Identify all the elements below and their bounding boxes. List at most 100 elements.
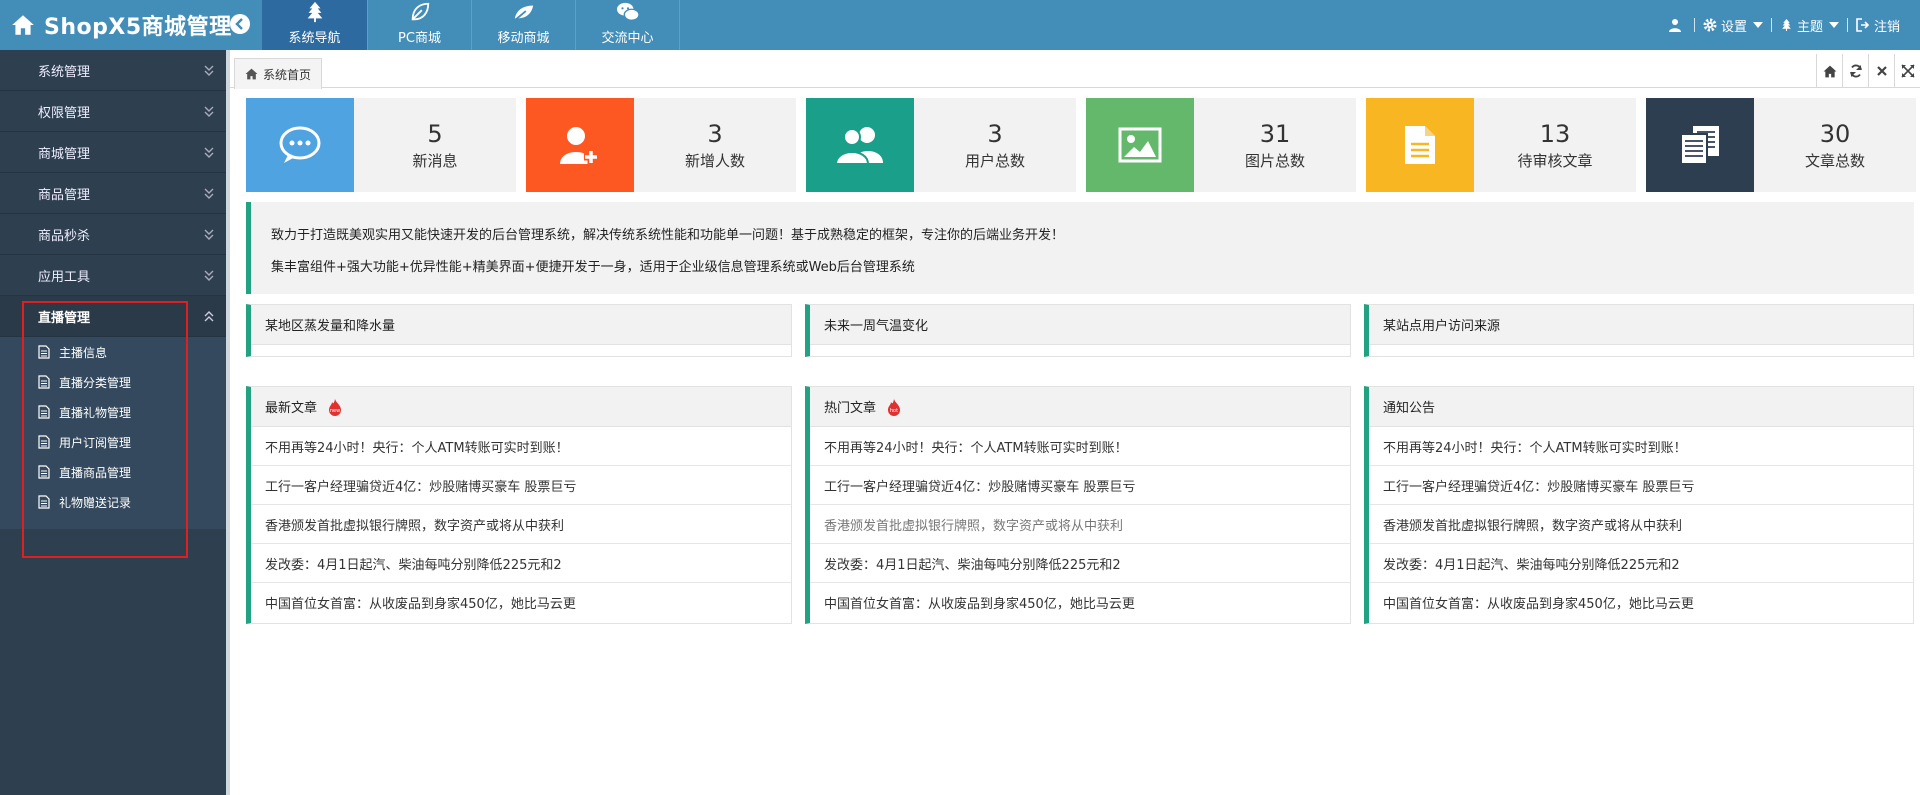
sidebar-item-label: 应用工具 xyxy=(38,269,91,285)
sidebar-item-label: 直播管理 xyxy=(38,310,91,326)
list-item[interactable]: 工行一客户经理骗贷近4亿：炒股赌博买豪车 股票巨亏 xyxy=(251,466,791,505)
list-item[interactable]: 发改委：4月1日起汽、柴油每吨分别降低225元和2 xyxy=(1369,544,1913,583)
submenu-item-live-gift[interactable]: 直播礼物管理 xyxy=(0,397,226,427)
file-icon xyxy=(38,345,50,359)
live-submenu: 主播信息 直播分类管理 直播礼物管理 用户订阅管理 直播商品管理 礼物赠送记录 xyxy=(0,337,226,529)
home-button[interactable] xyxy=(1816,54,1842,88)
sidebar-item-permission[interactable]: 权限管理 xyxy=(0,91,226,132)
list-item[interactable]: 香港颁发首批虚拟银行牌照，数字资产或将从中获利 xyxy=(1369,505,1913,544)
submenu-item-user-subscription[interactable]: 用户订阅管理 xyxy=(0,427,226,457)
header-right-tools: 设置 主题 注销 xyxy=(1660,0,1908,50)
tree-icon xyxy=(307,1,322,23)
brand[interactable]: ShopX5商城管理 xyxy=(10,0,232,50)
list-item[interactable]: 不用再等24小时！央行：个人ATM转账可实时到账！ xyxy=(810,427,1350,466)
stat-icon-box xyxy=(246,98,354,192)
stat-card-total-articles[interactable]: 30 文章总数 xyxy=(1646,98,1916,192)
tab-home-page[interactable]: 系统首页 xyxy=(234,58,323,89)
settings-label: 设置 xyxy=(1720,19,1747,35)
intro-box: 致力于打造既美观实用又能快速开发的后台管理系统，解决传统系统性能和功能单一问题！… xyxy=(246,202,1914,294)
list-item[interactable]: 不用再等24小时！央行：个人ATM转账可实时到账！ xyxy=(1369,427,1913,466)
stat-card-total-users[interactable]: 3 用户总数 xyxy=(806,98,1076,192)
app-title: ShopX5商城管理 xyxy=(44,15,232,40)
fullscreen-button[interactable] xyxy=(1894,54,1920,88)
theme-menu[interactable]: 主题 xyxy=(1772,16,1847,35)
close-tab-button[interactable] xyxy=(1868,54,1894,88)
wechat-icon xyxy=(616,2,640,21)
list-item[interactable]: 中国首位女首富：从收废品到身家450亿，她比马云更 xyxy=(1369,583,1913,622)
sidebar-item-goods[interactable]: 商品管理 xyxy=(0,173,226,214)
stat-label: 待审核文章 xyxy=(1517,151,1593,170)
stat-card-messages[interactable]: 5 新消息 xyxy=(246,98,516,192)
stat-card-pending-articles[interactable]: 13 待审核文章 xyxy=(1366,98,1636,192)
sidebar-item-mall[interactable]: 商城管理 xyxy=(0,132,226,173)
gear-icon xyxy=(1703,18,1717,32)
intro-line: 集丰富组件+强大功能+优异性能+精美界面+便捷开发于一身，适用于企业级信息管理系… xyxy=(271,260,915,275)
submenu-item-live-goods[interactable]: 直播商品管理 xyxy=(0,457,226,487)
caret-down-icon xyxy=(1752,22,1763,28)
sidebar-item-tools[interactable]: 应用工具 xyxy=(0,255,226,296)
panel-title: 某站点用户访问来源 xyxy=(1383,319,1501,334)
top-header: ShopX5商城管理 系统导航 PC商城 移动商城 交流中心 设置 主题 注销 xyxy=(0,0,1920,50)
hot-icon: hot xyxy=(888,398,901,416)
tree-icon xyxy=(1782,19,1791,31)
double-chevron-up-icon xyxy=(204,311,214,322)
tab-label: 移动商城 xyxy=(497,31,550,46)
tab-pc-mall[interactable]: PC商城 xyxy=(368,0,472,50)
double-chevron-down-icon xyxy=(204,65,214,76)
list-item[interactable]: 不用再等24小时！央行：个人ATM转账可实时到账！ xyxy=(251,427,791,466)
stat-label: 新增人数 xyxy=(684,151,745,170)
svg-text:hot: hot xyxy=(890,408,898,414)
panel-header: 某站点用户访问来源 xyxy=(1369,305,1913,345)
sidebar-item-system[interactable]: 系统管理 xyxy=(0,50,226,91)
document-icon xyxy=(1405,126,1435,164)
home-icon xyxy=(12,15,34,35)
submenu-spacer xyxy=(0,517,226,529)
sidebar-item-live[interactable]: 直播管理 xyxy=(0,296,226,337)
stat-value: 3 xyxy=(707,119,723,148)
stats-row: 5 新消息 3 新增人数 3 用户总数 31 图片总数 13 待审核文章 30 … xyxy=(246,98,1920,192)
chevron-left-icon xyxy=(235,18,243,30)
home-icon xyxy=(1823,65,1836,77)
list-item[interactable]: 工行一客户经理骗贷近4亿：炒股赌博买豪车 股票巨亏 xyxy=(1369,466,1913,505)
tab-system-nav[interactable]: 系统导航 xyxy=(262,0,368,50)
file-icon xyxy=(38,495,50,509)
tab-label: PC商城 xyxy=(398,31,441,46)
list-item[interactable]: 工行一客户经理骗贷近4亿：炒股赌博买豪车 股票巨亏 xyxy=(810,466,1350,505)
logout-button[interactable]: 注销 xyxy=(1848,16,1908,35)
file-icon xyxy=(38,375,50,389)
stat-label: 图片总数 xyxy=(1244,151,1305,170)
refresh-button[interactable] xyxy=(1842,54,1868,88)
panel-title: 热门文章 xyxy=(824,401,877,416)
chat-icon xyxy=(279,126,321,163)
user-menu[interactable] xyxy=(1660,18,1694,32)
submenu-item-label: 礼物赠送记录 xyxy=(59,495,132,510)
list-item[interactable]: 中国首位女首富：从收废品到身家450亿，她比马云更 xyxy=(251,583,791,622)
panel-header: 某地区蒸发量和降水量 xyxy=(251,305,791,345)
stat-card-pictures[interactable]: 31 图片总数 xyxy=(1086,98,1356,192)
submenu-item-label: 直播礼物管理 xyxy=(59,405,132,420)
submenu-item-gift-record[interactable]: 礼物赠送记录 xyxy=(0,487,226,517)
settings-menu[interactable]: 设置 xyxy=(1695,16,1771,35)
stat-value: 5 xyxy=(427,119,443,148)
intro-line: 致力于打造既美观实用又能快速开发的后台管理系统，解决传统系统性能和功能单一问题！… xyxy=(271,228,1065,243)
tab-communication[interactable]: 交流中心 xyxy=(576,0,680,50)
file-icon xyxy=(38,465,50,479)
list-item[interactable]: 香港颁发首批虚拟银行牌照，数字资产或将从中获利 xyxy=(251,505,791,544)
list-item[interactable]: 发改委：4月1日起汽、柴油每吨分别降低225元和2 xyxy=(251,544,791,583)
list-item[interactable]: 发改委：4月1日起汽、柴油每吨分别降低225元和2 xyxy=(810,544,1350,583)
tab-mobile-mall[interactable]: 移动商城 xyxy=(472,0,576,50)
submenu-item-anchor-info[interactable]: 主播信息 xyxy=(0,337,226,367)
double-chevron-down-icon xyxy=(204,229,214,240)
list-item[interactable]: 中国首位女首富：从收废品到身家450亿，她比马云更 xyxy=(810,583,1350,622)
panel-header: 最新文章 new xyxy=(251,387,791,427)
list-item[interactable]: 香港颁发首批虚拟银行牌照，数字资产或将从中获利 xyxy=(810,505,1350,544)
file-icon xyxy=(38,435,50,449)
collapse-sidebar-button[interactable] xyxy=(230,14,250,34)
sidebar-item-flash-sale[interactable]: 商品秒杀 xyxy=(0,214,226,255)
stat-value: 3 xyxy=(987,119,1003,148)
panel-header: 热门文章 hot xyxy=(810,387,1350,427)
stat-card-new-users[interactable]: 3 新增人数 xyxy=(526,98,796,192)
stat-value: 13 xyxy=(1539,119,1571,148)
user-icon xyxy=(1668,19,1681,32)
submenu-item-live-category[interactable]: 直播分类管理 xyxy=(0,367,226,397)
